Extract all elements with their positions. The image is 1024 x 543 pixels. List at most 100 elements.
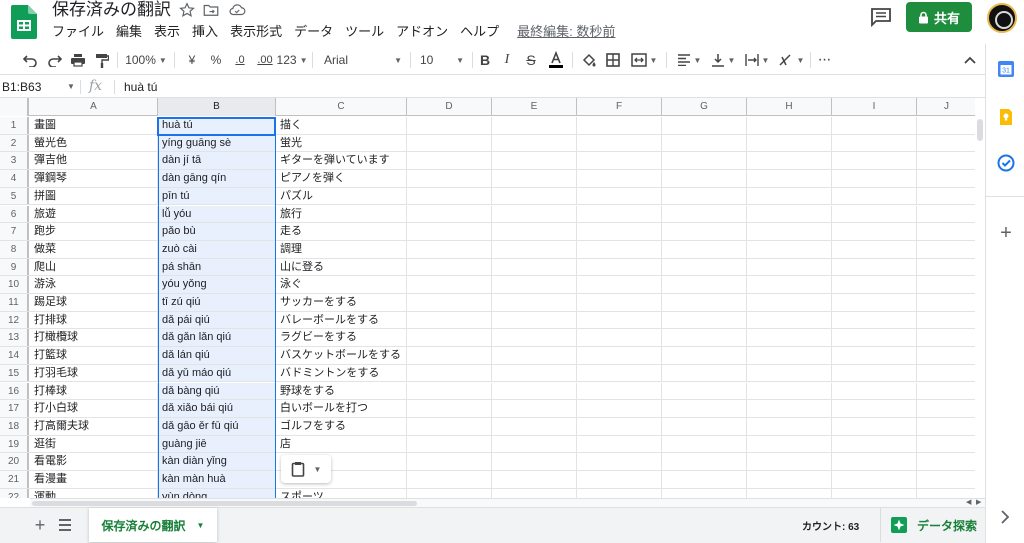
cell-empty[interactable]: [492, 240, 577, 258]
cell-b[interactable]: yùn dòng: [158, 488, 276, 498]
cell-empty[interactable]: [832, 488, 917, 498]
cell-empty[interactable]: [662, 382, 747, 400]
cell-b[interactable]: dǎ gǎn lǎn qiú: [158, 329, 276, 347]
cell-empty[interactable]: [917, 418, 975, 435]
cell-b[interactable]: dàn gāng qín: [158, 170, 276, 187]
strikethrough-icon[interactable]: S: [524, 45, 538, 75]
row-header[interactable]: 20: [0, 453, 29, 470]
cell-a[interactable]: 爬山: [30, 258, 158, 276]
cell-b[interactable]: dǎ bàng qiú: [158, 382, 276, 400]
cell-a[interactable]: 打小白球: [30, 400, 158, 417]
cell-empty[interactable]: [492, 347, 577, 364]
cell-c[interactable]: サッカーをする: [276, 294, 407, 311]
cell-empty[interactable]: [577, 488, 662, 498]
cell-b[interactable]: dǎ pái qiú: [158, 311, 276, 329]
cell-empty[interactable]: [577, 276, 662, 293]
cell-empty[interactable]: [832, 329, 917, 347]
column-header-b[interactable]: B: [158, 98, 276, 116]
cell-c[interactable]: バスケットボールをする: [276, 347, 407, 364]
menu-addons[interactable]: アドオン: [390, 23, 454, 41]
cell-b[interactable]: yóu yǒng: [158, 276, 276, 293]
menu-data[interactable]: データ: [288, 23, 339, 41]
cell-b[interactable]: lǚ yóu: [158, 205, 276, 223]
cell-a[interactable]: 跑步: [30, 223, 158, 240]
row-header[interactable]: 4: [0, 170, 29, 187]
menu-view[interactable]: 表示: [148, 23, 186, 41]
cell-empty[interactable]: [407, 240, 492, 258]
cell-empty[interactable]: [747, 152, 832, 170]
cell-b[interactable]: yíng guāng sè: [158, 134, 276, 152]
chevron-down-icon[interactable]: ▼: [67, 82, 75, 91]
cell-empty[interactable]: [747, 240, 832, 258]
calendar-icon[interactable]: 31: [997, 60, 1015, 78]
row-header[interactable]: 11: [0, 294, 29, 311]
menu-format[interactable]: 表示形式: [224, 23, 288, 41]
cell-b[interactable]: huà tú: [158, 117, 276, 134]
increase-decimal-button[interactable]: .00: [252, 45, 278, 75]
cell-empty[interactable]: [917, 400, 975, 417]
cell-c[interactable]: 山に登る: [276, 258, 407, 276]
cloud-status-icon[interactable]: [228, 1, 246, 19]
row-header[interactable]: 5: [0, 187, 29, 205]
cell-a[interactable]: 彈鋼琴: [30, 170, 158, 187]
scroll-left-icon[interactable]: ◀: [966, 498, 971, 506]
row-header[interactable]: 16: [0, 382, 29, 400]
cell-empty[interactable]: [492, 134, 577, 152]
chevron-down-icon[interactable]: ▼: [197, 521, 205, 530]
cell-c[interactable]: 店: [276, 435, 407, 453]
font-size-select[interactable]: 10 ▼: [416, 45, 468, 75]
cell-a[interactable]: 打高爾夫球: [30, 417, 158, 435]
redo-icon[interactable]: [45, 45, 65, 75]
cell-empty[interactable]: [407, 400, 492, 417]
cell-empty[interactable]: [832, 276, 917, 293]
tasks-icon[interactable]: [997, 154, 1015, 172]
cell-b[interactable]: zuò cài: [158, 240, 276, 258]
cell-empty[interactable]: [832, 435, 917, 453]
cell-empty[interactable]: [917, 365, 975, 382]
text-wrap-icon[interactable]: ▼: [742, 45, 772, 75]
explore-button[interactable]: データ探索: [880, 508, 985, 542]
italic-icon[interactable]: I: [500, 45, 514, 75]
cell-empty[interactable]: [577, 382, 662, 400]
bold-icon[interactable]: B: [478, 45, 492, 75]
valign-bottom-icon[interactable]: ▼: [708, 45, 738, 75]
cell-empty[interactable]: [662, 170, 747, 187]
cell-c[interactable]: 旅行: [276, 205, 407, 223]
percent-format-button[interactable]: %: [208, 45, 224, 75]
document-title[interactable]: 保存済みの翻訳: [52, 0, 171, 20]
cell-empty[interactable]: [917, 436, 975, 453]
cell-empty[interactable]: [492, 435, 577, 453]
cell-c[interactable]: ピアノを弾く: [276, 170, 407, 187]
cell-a[interactable]: 拼圖: [30, 187, 158, 205]
cell-empty[interactable]: [832, 240, 917, 258]
cell-b[interactable]: dǎ xiǎo bái qiú: [158, 400, 276, 417]
cell-empty[interactable]: [407, 471, 492, 488]
vertical-scrollbar[interactable]: [975, 116, 985, 496]
cell-empty[interactable]: [832, 152, 917, 170]
cell-empty[interactable]: [917, 329, 975, 346]
cell-c[interactable]: バレーボールをする: [276, 311, 407, 329]
cell-a[interactable]: 做菜: [30, 240, 158, 258]
cell-empty[interactable]: [747, 311, 832, 329]
cell-c[interactable]: 走る: [276, 223, 407, 240]
row-header[interactable]: 17: [0, 400, 29, 417]
fill-color-icon[interactable]: [580, 45, 598, 75]
cell-a[interactable]: 打棒球: [30, 382, 158, 400]
cell-b[interactable]: dǎ gāo ěr fū qiú: [158, 417, 276, 435]
cell-empty[interactable]: [917, 347, 975, 364]
cell-empty[interactable]: [747, 453, 832, 470]
more-icon[interactable]: ···: [816, 45, 832, 75]
cell-empty[interactable]: [747, 223, 832, 240]
cell-empty[interactable]: [407, 435, 492, 453]
cell-empty[interactable]: [492, 187, 577, 205]
cell-a[interactable]: 看電影: [30, 453, 158, 470]
menu-file[interactable]: ファイル: [46, 23, 110, 41]
row-header[interactable]: 6: [0, 205, 29, 223]
column-header-c[interactable]: C: [276, 98, 407, 116]
cell-empty[interactable]: [662, 347, 747, 364]
cell-empty[interactable]: [407, 453, 492, 470]
row-header[interactable]: 12: [0, 311, 29, 329]
cell-empty[interactable]: [577, 400, 662, 417]
print-icon[interactable]: [68, 45, 88, 75]
cell-empty[interactable]: [492, 205, 577, 223]
